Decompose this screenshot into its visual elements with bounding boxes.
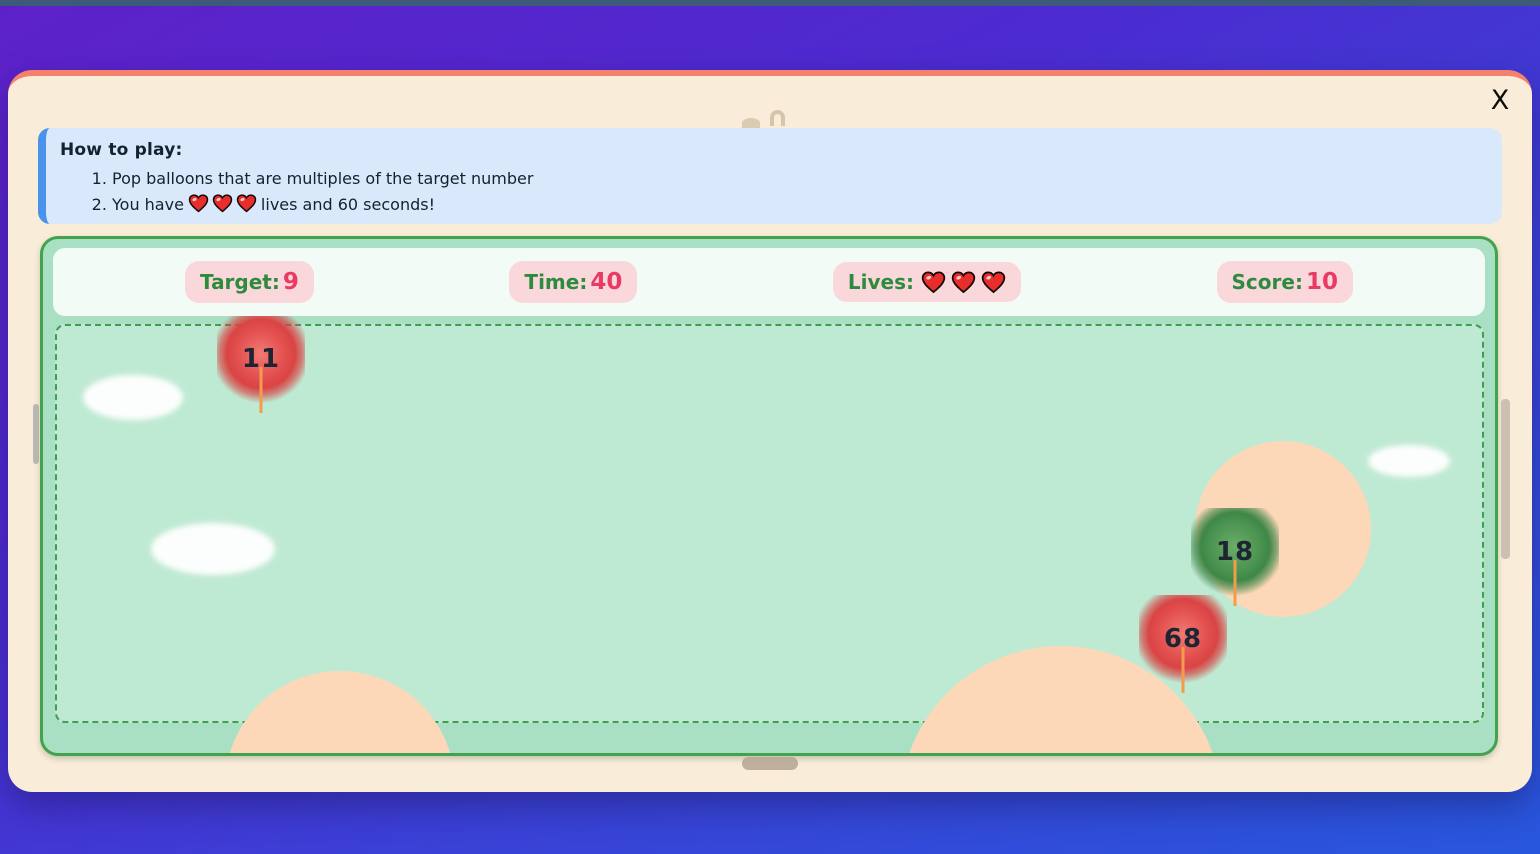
instructions-title: How to play: [60,140,1484,160]
time-value: 40 [590,269,622,295]
lives-hearts-inline [188,194,257,213]
score-value: 10 [1306,269,1338,295]
obscured-text-fragment [770,110,785,126]
scrollbar-artifact-left [33,404,39,464]
lives-label: Lives: [848,270,914,294]
score-badge: Score: 10 [1217,261,1353,303]
heart-icon [951,271,976,294]
balloon-number: 11 [242,344,280,374]
balloon-number: 18 [1216,537,1254,567]
game-modal: X How to play: Pop balloons that are mul… [8,70,1532,792]
obscured-text-fragment [742,118,760,128]
time-label: Time: [524,270,587,294]
target-label: Target: [200,270,280,294]
scrollbar-artifact-right [1501,399,1510,559]
instructions-list: Pop balloons that are multiples of the t… [60,166,1484,218]
heart-icon [981,271,1006,294]
cloud-decoration [1368,445,1450,477]
balloon[interactable]: 11 [217,315,305,403]
instructions-panel: How to play: Pop balloons that are multi… [38,128,1502,224]
heart-icon [921,271,946,294]
panel-handle [742,757,798,770]
heart-icon [236,194,257,213]
heart-icon [188,194,209,213]
game-board: Target: 9 Time: 40 Lives: [40,236,1498,756]
stats-bar: Target: 9 Time: 40 Lives: [53,248,1485,316]
cloud-decoration [83,375,183,420]
balloon-number: 68 [1164,624,1202,654]
score-label: Score: [1232,270,1303,294]
balloon[interactable]: 18 [1191,508,1279,596]
time-badge: Time: 40 [509,261,637,303]
lives-hearts [921,271,1006,294]
lives-badge: Lives: [833,262,1021,302]
browser-top-strip [0,0,1540,6]
balloon[interactable]: 68 [1139,595,1227,683]
instruction-item: Pop balloons that are multiples of the t… [112,166,1484,192]
target-value: 9 [283,269,299,295]
instruction-item: You have lives and 60 seconds! [112,192,1484,218]
cloud-decoration [151,523,275,575]
close-button[interactable]: X [1482,82,1518,118]
target-badge: Target: 9 [185,261,314,303]
heart-icon [212,194,233,213]
